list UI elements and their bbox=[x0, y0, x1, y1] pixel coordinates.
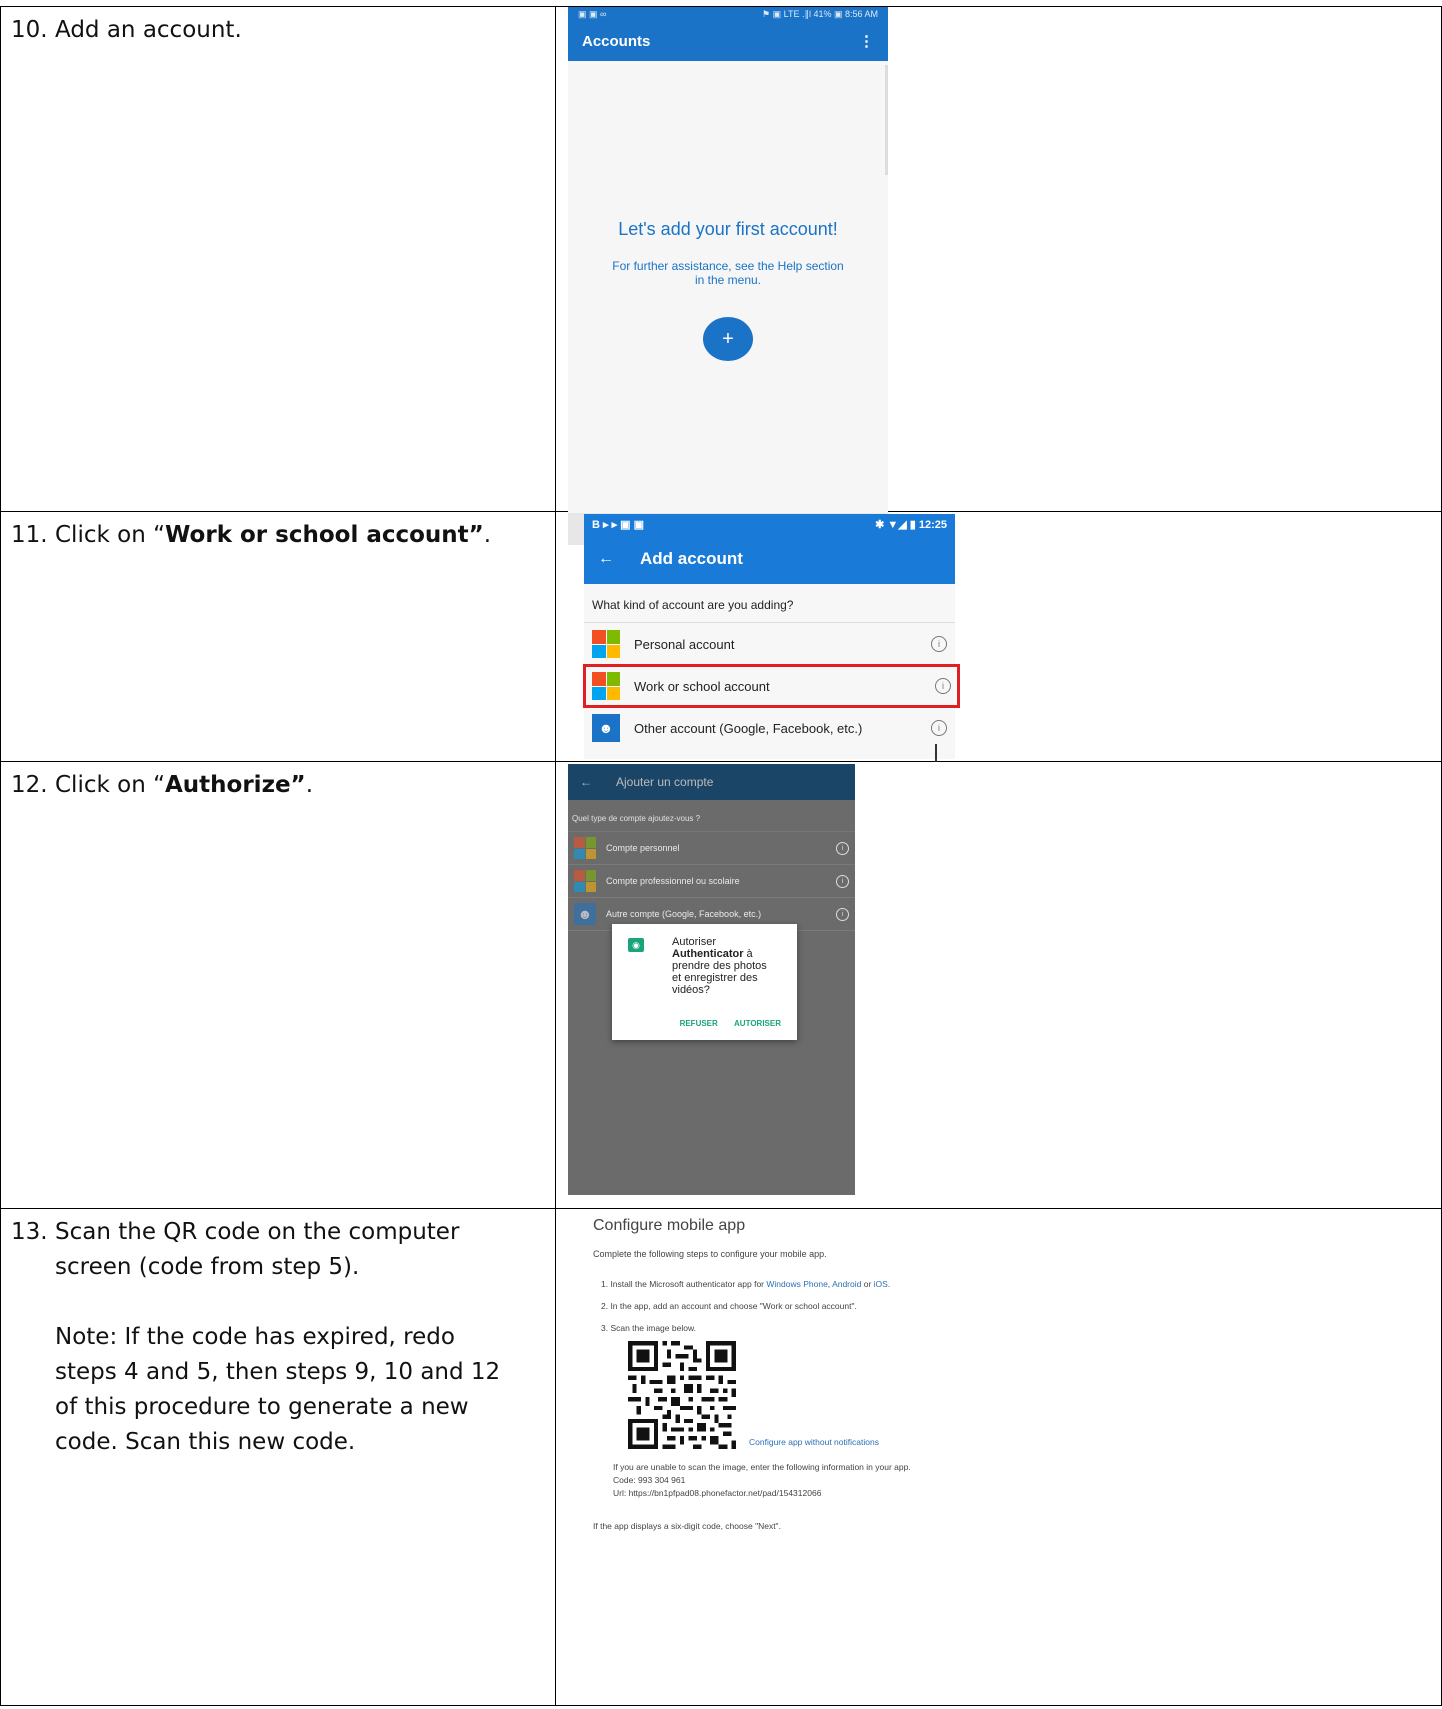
microsoft-logo-icon bbox=[574, 837, 596, 859]
authorize-button[interactable]: AUTORISER bbox=[734, 1019, 781, 1028]
permission-screen: ← Ajouter un compte Quel type de compte … bbox=[568, 764, 855, 1195]
compte-personnel-option[interactable]: Compte personnel i bbox=[568, 832, 855, 865]
procedure-table: 10. Add an account. ▣ ▣ ∞ ⚑ ▣ LTE .∥l 41%… bbox=[0, 6, 1442, 1706]
step-10-cell: 10. Add an account. bbox=[0, 6, 556, 512]
step-11-cell: 11. Click on “Work or school account”. bbox=[0, 511, 556, 762]
ios-link[interactable]: iOS bbox=[874, 1279, 888, 1289]
qr-code bbox=[628, 1341, 736, 1449]
manual-entry-info: If you are unable to scan the image, ent… bbox=[613, 1462, 911, 1498]
add-account-button[interactable]: + bbox=[703, 317, 753, 361]
person-icon: ☻ bbox=[592, 714, 620, 742]
info-icon[interactable]: i bbox=[931, 636, 947, 652]
info-icon[interactable]: i bbox=[836, 841, 849, 855]
info-icon[interactable]: i bbox=[931, 720, 947, 736]
step-12-cell: 12. Click on “Authorize”. bbox=[0, 761, 556, 1209]
page-title: Ajouter un compte bbox=[616, 775, 714, 789]
person-icon: ☻ bbox=[574, 903, 596, 925]
info-icon[interactable]: i bbox=[836, 874, 849, 888]
info-icon[interactable]: i bbox=[935, 678, 951, 694]
status-bar: ▣ ▣ ∞ ⚑ ▣ LTE .∥l 41% ▣ 8:56 AM bbox=[568, 7, 888, 21]
step-11-screenshot-cell: B ▸ ▸ ▣ ▣ ✱ ▼◢ ▮ 12:25 ← Add account Wha… bbox=[555, 511, 1442, 762]
android-link[interactable]: Android bbox=[832, 1279, 861, 1289]
other-account-option[interactable]: ☻ Other account (Google, Facebook, etc.)… bbox=[584, 707, 955, 749]
page-title: Add account bbox=[640, 549, 743, 568]
personal-account-option[interactable]: Personal account i bbox=[584, 623, 955, 665]
help-hint: For further assistance, see the Help sec… bbox=[612, 259, 844, 287]
note-line: Note: If the code has expired, redo bbox=[55, 1324, 455, 1350]
permission-message: Autoriser Authenticator à prendre des ph… bbox=[672, 936, 767, 996]
emphasis: Authorize” bbox=[165, 772, 306, 798]
panel-lead: Complete the following steps to configur… bbox=[593, 1249, 827, 1259]
note-line: steps 4 and 5, then steps 9, 10 and 12 bbox=[55, 1359, 501, 1385]
back-arrow-icon[interactable]: ← bbox=[598, 550, 614, 568]
activation-url: Url: https://bn1pfpad08.phonefactor.net/… bbox=[613, 1488, 822, 1498]
step-12-screenshot-cell: ← Ajouter un compte Quel type de compte … bbox=[555, 761, 1442, 1209]
step-13-screenshot-cell: Configure mobile app Complete the follow… bbox=[555, 1208, 1442, 1706]
camera-icon: ◉ bbox=[628, 938, 644, 952]
ajouter-compte-appbar: ← Ajouter un compte bbox=[568, 764, 855, 800]
account-type-question: Quel type de compte ajoutez-vous ? bbox=[568, 800, 855, 832]
microsoft-logo-icon bbox=[592, 672, 620, 700]
back-arrow-icon[interactable]: ← bbox=[580, 775, 592, 789]
page-title: Accounts bbox=[582, 32, 651, 50]
add-account-appbar: ← Add account bbox=[584, 534, 955, 584]
add-account-screen: B ▸ ▸ ▣ ▣ ✱ ▼◢ ▮ 12:25 ← Add account Wha… bbox=[583, 514, 960, 759]
accounts-screen: ▣ ▣ ∞ ⚑ ▣ LTE .∥l 41% ▣ 8:56 AM Accounts… bbox=[568, 7, 888, 545]
note-line: of this procedure to generate a new bbox=[55, 1394, 469, 1420]
work-school-account-option[interactable]: Work or school account i bbox=[583, 664, 960, 708]
overflow-menu-icon[interactable]: ⋮ bbox=[859, 32, 874, 50]
scrollbar bbox=[885, 65, 888, 175]
account-type-question: What kind of account are you adding? bbox=[584, 584, 955, 623]
activation-code: Code: 993 304 961 bbox=[613, 1475, 686, 1485]
panel-title: Configure mobile app bbox=[593, 1217, 746, 1234]
configure-mobile-app-panel: Configure mobile app Complete the follow… bbox=[569, 1209, 1009, 1531]
step-13-cell: 13. Scan the QR code on the computer scre… bbox=[0, 1208, 556, 1706]
six-digit-hint: If the app displays a six-digit code, ch… bbox=[593, 1521, 781, 1531]
note-line: code. Scan this new code. bbox=[55, 1429, 356, 1455]
microsoft-logo-icon bbox=[574, 870, 596, 892]
compte-professionnel-option[interactable]: Compte professionnel ou scolaire i bbox=[568, 865, 855, 898]
empty-state-heading: Let's add your first account! bbox=[618, 219, 838, 239]
status-bar: B ▸ ▸ ▣ ▣ ✱ ▼◢ ▮ 12:25 bbox=[584, 514, 955, 534]
step-10-screenshot-cell: ▣ ▣ ∞ ⚑ ▣ LTE .∥l 41% ▣ 8:56 AM Accounts… bbox=[555, 6, 1442, 545]
camera-permission-dialog: ◉ Autoriser Authenticator à prendre des … bbox=[612, 924, 797, 1040]
step-number: 10. bbox=[11, 17, 48, 43]
accounts-appbar: Accounts ⋮ bbox=[568, 21, 888, 61]
setup-steps: 1. Install the Microsoft authenticator a… bbox=[601, 1279, 891, 1333]
configure-without-notifications-link[interactable]: Configure app without notifications bbox=[749, 1437, 879, 1447]
info-icon[interactable]: i bbox=[836, 907, 849, 921]
text-cursor bbox=[935, 744, 937, 762]
refuse-button[interactable]: REFUSER bbox=[680, 1019, 718, 1028]
windows-phone-link[interactable]: Windows Phone bbox=[766, 1279, 827, 1289]
step-10-text: Add an account. bbox=[55, 17, 242, 43]
microsoft-logo-icon bbox=[592, 630, 620, 658]
emphasis: Work or school account” bbox=[165, 522, 484, 548]
